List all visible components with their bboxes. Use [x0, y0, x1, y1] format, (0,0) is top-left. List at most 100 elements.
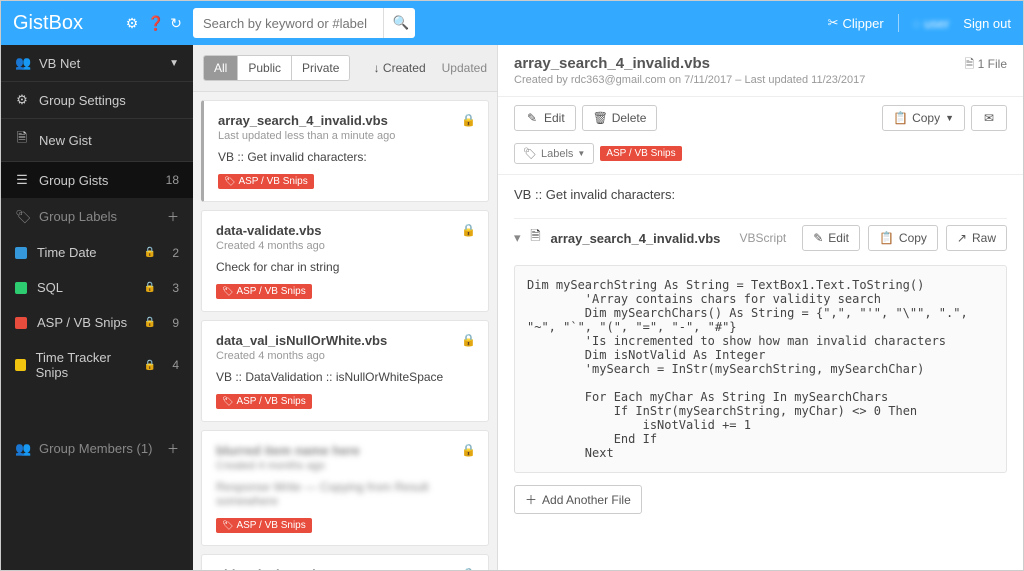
- gist-title: old_sql_class.vbs: [216, 567, 474, 570]
- label-color-swatch: [15, 247, 27, 259]
- label-tag[interactable]: 🏷ASP / VB Snips: [216, 518, 312, 533]
- label-color-swatch: [15, 317, 27, 329]
- sidebar-item-label: New Gist: [39, 133, 92, 148]
- mail-button[interactable]: ✉: [971, 105, 1007, 131]
- label-count: 3: [172, 281, 179, 295]
- sidebar-item-label: SQL: [37, 280, 63, 295]
- sidebar-members[interactable]: 👥 Group Members (1) ＋: [1, 430, 193, 467]
- tag-icon: 🏷: [222, 520, 233, 530]
- tag-icon: 🏷: [222, 286, 233, 296]
- plus-icon[interactable]: ＋: [167, 208, 179, 225]
- lock-icon: 🔒: [461, 113, 476, 127]
- file-icon: 🗎: [529, 227, 543, 249]
- sidebar-label-item[interactable]: Time Date 🔒 2: [1, 235, 193, 270]
- sidebar-item-label: Time Date: [37, 245, 96, 260]
- gist-card[interactable]: 🔒 array_search_4_invalid.vbs Last update…: [201, 100, 489, 202]
- brand-name: GistBox: [13, 12, 83, 35]
- plus-icon: ＋: [525, 491, 537, 508]
- sidebar-item-label: Group Labels: [39, 209, 117, 224]
- lock-icon: 🔒: [461, 223, 476, 237]
- lock-icon: 🔒: [461, 567, 476, 570]
- sort-updated[interactable]: Updated: [442, 61, 487, 75]
- sidebar-item-label: Group Gists: [39, 173, 108, 188]
- plus-icon[interactable]: ＋: [167, 440, 179, 457]
- gist-title: array_search_4_invalid.vbs: [218, 113, 474, 128]
- tag-icon: 🏷: [15, 209, 29, 225]
- sidebar-label-item[interactable]: ASP / VB Snips 🔒 9: [1, 305, 193, 340]
- chevron-down-icon: ▼: [169, 58, 179, 69]
- file-raw-button[interactable]: ↗ Raw: [946, 225, 1007, 251]
- copy-button[interactable]: 📋Copy ▼: [882, 105, 965, 131]
- file-count: 🗎 1 File: [965, 55, 1007, 76]
- add-file-button[interactable]: ＋Add Another File: [514, 485, 642, 514]
- lock-icon: 🔒: [144, 317, 156, 328]
- gist-card[interactable]: 🔒 data-validate.vbs Created 4 months ago…: [201, 210, 489, 312]
- gist-title: data_val_isNullOrWhite.vbs: [216, 333, 474, 348]
- label-tag[interactable]: 🏷ASP / VB Snips: [216, 284, 312, 299]
- filter-all[interactable]: All: [204, 56, 237, 80]
- gist-meta: Created 4 months ago: [216, 350, 474, 362]
- label-tag[interactable]: 🏷ASP / VB Snips: [216, 394, 312, 409]
- sidebar-group-name: VB Net: [39, 56, 80, 71]
- sidebar-labels-header[interactable]: 🏷 Group Labels ＋: [1, 198, 193, 235]
- gist-card[interactable]: 🔒 data_val_isNullOrWhite.vbs Created 4 m…: [201, 320, 489, 422]
- edit-button[interactable]: ✎Edit: [514, 105, 576, 131]
- chevron-down-icon: ▼: [577, 149, 585, 158]
- sidebar-new-gist[interactable]: 🗎 New Gist: [1, 119, 193, 161]
- file-language: VBScript: [740, 231, 787, 245]
- gist-summary: Check for char in string: [216, 260, 474, 274]
- gear-icon[interactable]: ⚙: [125, 15, 139, 32]
- sidebar-label-item[interactable]: Time Tracker Snips 🔒 4: [1, 340, 193, 390]
- chevron-down-icon: ▼: [945, 113, 954, 123]
- gear-icon: ⚙: [15, 92, 29, 108]
- sidebar-label-item[interactable]: SQL 🔒 3: [1, 270, 193, 305]
- visibility-filter: All Public Private: [203, 55, 350, 81]
- detail-title: array_search_4_invalid.vbs: [514, 55, 1007, 72]
- code-block: Dim mySearchString As String = TextBox1.…: [514, 265, 1007, 473]
- filter-private[interactable]: Private: [291, 56, 349, 80]
- tag-icon: 🏷: [222, 396, 233, 406]
- sidebar-group-settings[interactable]: ⚙ Group Settings: [1, 82, 193, 118]
- lock-icon: 🔒: [144, 360, 156, 371]
- gist-summary: VB :: Get invalid characters:: [218, 150, 474, 164]
- gist-card[interactable]: 🔒 old_sql_class.vbs Created 5 months ago: [201, 554, 489, 570]
- sidebar-group-gists[interactable]: ☰ Group Gists 18: [1, 162, 193, 198]
- pencil-icon: ✎: [525, 111, 539, 125]
- tag-icon: 🏷: [523, 147, 537, 160]
- file-icon: 🗎: [15, 129, 29, 151]
- labels-dropdown[interactable]: 🏷Labels ▼: [514, 143, 594, 164]
- label-count: 2: [172, 246, 179, 260]
- gist-meta: Created 4 months ago: [216, 460, 474, 472]
- search-button[interactable]: 🔍: [383, 8, 415, 38]
- github-user[interactable]: ◌ user: [913, 16, 950, 31]
- gist-meta: Created 4 months ago: [216, 240, 474, 252]
- file-edit-button[interactable]: ✎ Edit: [802, 225, 860, 251]
- delete-button[interactable]: 🗑Delete: [582, 105, 658, 131]
- sort-label: Created: [383, 61, 426, 75]
- copy-icon: 📋: [893, 111, 907, 125]
- label-tag[interactable]: ASP / VB Snips: [600, 146, 681, 161]
- sort-created[interactable]: ↓ Created: [374, 61, 426, 75]
- code-content: Dim mySearchString As String = TextBox1.…: [527, 278, 994, 460]
- gist-card[interactable]: 🔒 blurred item name here Created 4 month…: [201, 430, 489, 546]
- gist-summary: VB :: DataValidation :: isNullOrWhiteSpa…: [216, 370, 474, 384]
- lock-icon: 🔒: [144, 247, 156, 258]
- file-copy-button[interactable]: 📋 Copy: [868, 225, 938, 251]
- refresh-icon[interactable]: ↻: [169, 15, 183, 32]
- label-tag[interactable]: 🏷ASP / VB Snips: [218, 174, 314, 189]
- file-name: array_search_4_invalid.vbs: [551, 231, 732, 246]
- sidebar-item-label: Group Settings: [39, 93, 126, 108]
- sidebar-group-selector[interactable]: 👥 VB Net ▼: [1, 45, 193, 81]
- label-count: 9: [172, 316, 179, 330]
- sidebar-item-label: Time Tracker Snips: [36, 350, 134, 380]
- sign-out-link[interactable]: Sign out: [963, 16, 1011, 31]
- search-input[interactable]: [193, 8, 383, 38]
- label-count: 4: [172, 358, 179, 372]
- help-icon[interactable]: ❓: [147, 15, 161, 32]
- filter-public[interactable]: Public: [237, 56, 291, 80]
- clipper-link[interactable]: ✂ Clipper: [828, 15, 884, 31]
- mail-icon: ✉: [982, 111, 996, 125]
- gist-summary: Response Write — Copying from Result som…: [216, 480, 474, 508]
- chevron-down-icon[interactable]: ▾: [514, 230, 521, 246]
- gist-meta: Last updated less than a minute ago: [218, 130, 474, 142]
